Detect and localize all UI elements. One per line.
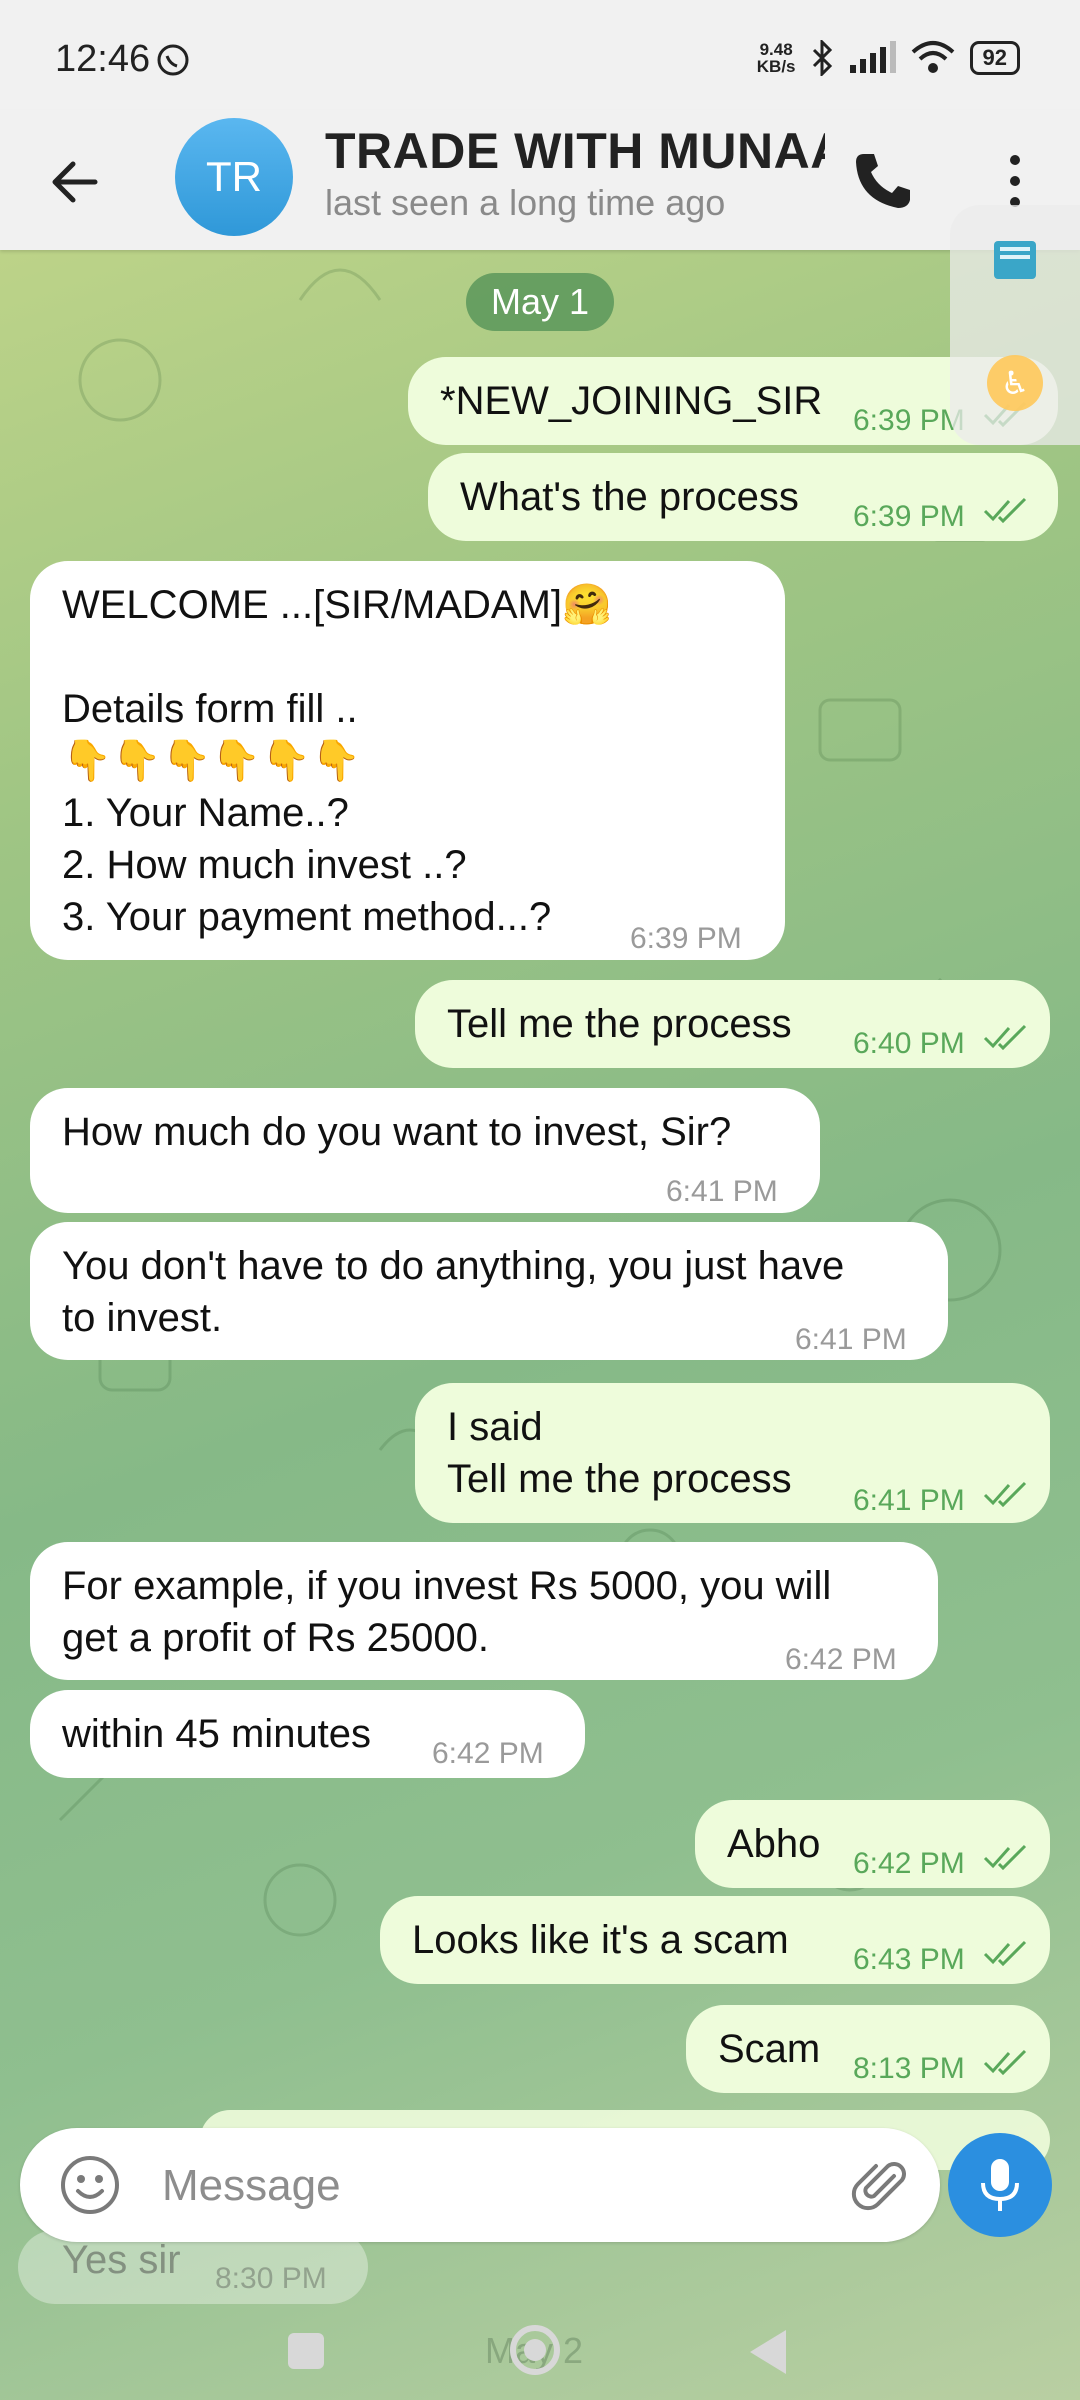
message-time: 6:41 PM xyxy=(666,1175,778,1208)
read-ticks-icon xyxy=(983,2049,1027,2075)
status-time: 12:46 xyxy=(55,38,151,80)
message-time: 6:42 PM xyxy=(432,1737,544,1770)
faded-message-time: 8:30 PM xyxy=(215,2262,327,2295)
message-outgoing[interactable]: What's the process 6:39 PM xyxy=(428,453,1058,541)
read-ticks-icon xyxy=(983,1844,1027,1870)
system-navigation-bar xyxy=(0,2300,1080,2400)
message-outgoing[interactable]: Looks like it's a scam 6:43 PM xyxy=(380,1896,1050,1984)
message-time: 8:13 PM xyxy=(853,2052,965,2085)
message-time: 6:40 PM xyxy=(853,1027,965,1060)
chat-title[interactable]: TRADE WITH MUNAAF xyxy=(325,122,825,180)
message-input[interactable] xyxy=(160,2150,764,2222)
document-icon[interactable] xyxy=(990,235,1040,285)
bluetooth-icon xyxy=(812,40,832,76)
message-time: 6:41 PM xyxy=(853,1484,965,1517)
message-outgoing[interactable]: Tell me the process 6:40 PM xyxy=(415,980,1050,1068)
status-bar: 12:46 9.48 KB/s 92 xyxy=(0,0,1080,125)
message-incoming[interactable]: For example, if you invest Rs 5000, you … xyxy=(30,1542,938,1680)
signal-icon xyxy=(849,41,896,73)
contact-avatar[interactable]: TR xyxy=(175,118,293,236)
message-incoming[interactable]: within 45 minutes 6:42 PM xyxy=(30,1690,585,1778)
status-icons: 9.48 KB/s 92 xyxy=(757,40,1020,76)
read-ticks-icon xyxy=(983,497,1027,523)
read-ticks-icon xyxy=(983,1024,1027,1050)
voice-record-button[interactable] xyxy=(948,2133,1052,2237)
wifi-icon xyxy=(911,41,954,73)
date-separator: May 1 xyxy=(466,273,614,331)
message-incoming[interactable]: You don't have to do anything, you just … xyxy=(30,1222,948,1360)
message-time: 6:43 PM xyxy=(853,1943,965,1976)
chat-header: TR TRADE WITH MUNAAF last seen a long ti… xyxy=(0,110,1080,250)
phone-call-icon[interactable] xyxy=(850,148,916,214)
message-incoming[interactable]: How much do you want to invest, Sir? 6:4… xyxy=(30,1088,820,1213)
message-time: 6:42 PM xyxy=(853,1847,965,1880)
message-outgoing[interactable]: Scam 8:13 PM xyxy=(686,2005,1050,2093)
back-arrow-icon[interactable] xyxy=(45,152,105,212)
message-incoming[interactable]: WELCOME ...[SIR/MADAM]🤗 Details form fil… xyxy=(30,561,785,960)
message-time: 6:39 PM xyxy=(630,922,742,955)
message-outgoing[interactable]: I said Tell me the process 6:41 PM xyxy=(415,1383,1050,1523)
emoji-icon[interactable] xyxy=(58,2153,122,2217)
attachment-icon[interactable] xyxy=(850,2154,914,2218)
message-composer xyxy=(20,2128,940,2242)
read-ticks-icon xyxy=(983,1481,1027,1507)
home-button[interactable] xyxy=(510,2325,560,2375)
network-speed: 9.48 KB/s xyxy=(756,40,796,76)
system-back-button[interactable] xyxy=(750,2330,786,2374)
whatsapp-notification-icon xyxy=(157,44,189,76)
message-outgoing[interactable]: Abho 6:42 PM xyxy=(695,1800,1050,1888)
message-time: 6:42 PM xyxy=(785,1643,897,1676)
message-time: 6:39 PM xyxy=(853,500,965,533)
floating-side-panel[interactable]: ♿ xyxy=(950,205,1080,445)
message-time: 6:41 PM xyxy=(795,1323,907,1356)
faded-message-text: Yes sir xyxy=(62,2238,181,2282)
microphone-icon xyxy=(981,2159,1019,2211)
battery-indicator: 92 xyxy=(969,41,1020,75)
recent-apps-button[interactable] xyxy=(288,2333,324,2369)
message-time: 6:39 PM xyxy=(853,404,965,437)
last-seen-status: last seen a long time ago xyxy=(325,182,726,223)
read-ticks-icon xyxy=(983,1940,1027,1966)
accessibility-icon[interactable]: ♿ xyxy=(987,355,1043,411)
